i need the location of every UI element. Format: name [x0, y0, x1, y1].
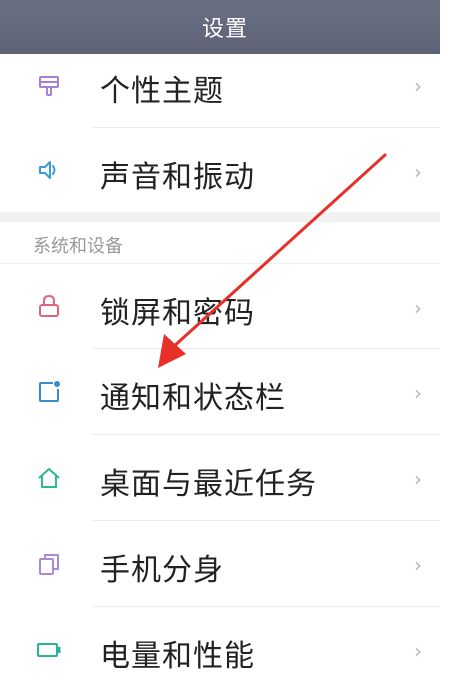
settings-item-label: 电量和性能	[100, 639, 255, 674]
settings-item-notification[interactable]: 通知和状态栏 ›	[0, 349, 440, 434]
chevron-right-icon: ›	[414, 74, 422, 98]
theme-brush-icon	[36, 73, 62, 99]
settings-item-label: 个性主题	[100, 74, 224, 109]
page-title: 设置	[201, 17, 248, 42]
notification-icon	[36, 379, 62, 405]
chevron-right-icon: ›	[414, 467, 422, 491]
settings-item-label: 声音和振动	[100, 160, 255, 195]
settings-item-dual-space[interactable]: 手机分身 ›	[0, 521, 440, 606]
settings-item-theme[interactable]: 个性主题 ›	[0, 54, 440, 126]
chevron-right-icon: ›	[414, 639, 422, 663]
chevron-right-icon: ›	[414, 296, 422, 320]
chevron-right-icon: ›	[414, 553, 422, 577]
settings-screen: 设置 个性主题 › 声音和振动 › 系统和设备 锁屏和密码 › 通知和状态栏 ›…	[0, 0, 450, 688]
settings-item-lockscreen[interactable]: 锁屏和密码 ›	[0, 264, 440, 348]
battery-icon	[36, 637, 62, 663]
settings-item-label: 桌面与最近任务	[100, 467, 317, 502]
settings-item-desktop[interactable]: 桌面与最近任务 ›	[0, 435, 440, 520]
settings-item-label: 通知和状态栏	[100, 381, 286, 416]
chevron-right-icon: ›	[414, 160, 422, 184]
section-gap	[0, 212, 440, 222]
settings-item-sound[interactable]: 声音和振动 ›	[0, 128, 440, 212]
section-header: 系统和设备	[33, 236, 123, 257]
lock-icon	[36, 293, 62, 319]
right-edge	[440, 0, 450, 688]
chevron-right-icon: ›	[414, 381, 422, 405]
title-bar: 设置	[0, 0, 440, 54]
settings-item-battery[interactable]: 电量和性能 ›	[0, 607, 440, 688]
dual-space-icon	[36, 551, 62, 577]
settings-item-label: 锁屏和密码	[100, 296, 255, 331]
home-icon	[36, 465, 62, 491]
speaker-icon	[36, 157, 62, 183]
settings-item-label: 手机分身	[100, 553, 224, 588]
